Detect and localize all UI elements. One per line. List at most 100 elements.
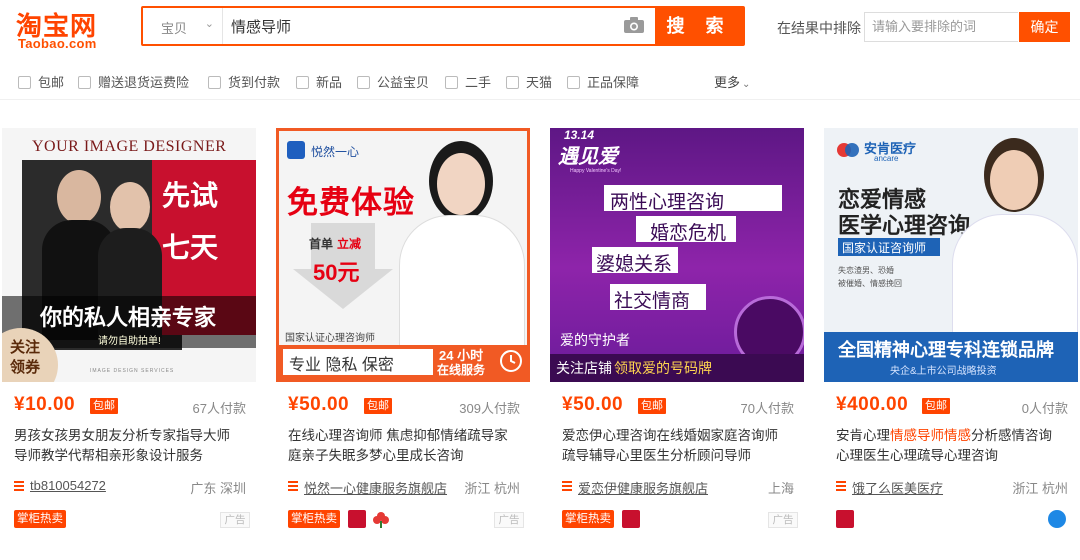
shop-icon [288, 481, 298, 492]
checkbox[interactable] [78, 76, 91, 89]
chevron-down-icon: ⌄ [742, 79, 751, 90]
shop-icon [562, 481, 572, 492]
shop-icon [14, 481, 24, 492]
ad-tag: 广告 [220, 512, 250, 528]
shop-row: tb810054272 广东 深圳 [14, 478, 246, 496]
title-keyword-highlight: 情感导师情感 [890, 428, 971, 443]
exclude-label: 在结果中排除 [777, 20, 861, 36]
search-input[interactable]: 情感导师 [231, 16, 621, 36]
tag-row [836, 510, 1072, 530]
checkbox[interactable] [357, 76, 370, 89]
filter-baoyou[interactable]: 包邮 [18, 72, 64, 90]
img-service-item: 婆媳关系 [596, 254, 673, 275]
product-card[interactable]: 安肯医疗 ancare 恋爱情感 医学心理咨询 国家认证咨询师 失恋渣男、恐婚 … [824, 128, 1078, 542]
product-image[interactable]: 悦然一心 免费体验 首单 立减 50元 国家认证心理咨询师 专业 隐私 保密 2… [276, 128, 530, 382]
hot-seller-tag: 掌柜热卖 [288, 510, 340, 528]
shop-row: 爱恋伊健康服务旗舰店 上海 [562, 478, 794, 496]
img-footer-highlight: 领取爱的号码牌 [614, 360, 712, 376]
img-headline: 医学心理咨询 [838, 213, 971, 238]
img-cert-text: 国家认证咨询师 [842, 241, 927, 255]
product-title[interactable]: 安肯心理情感导师情感分析感情咨询 心理医生心理疏导心理咨询 [836, 426, 1072, 466]
chat-bubble-icon[interactable] [1048, 510, 1066, 528]
product-title[interactable]: 男孩女孩男女朋友分析专家指导大师 导师教学代帮相亲形象设计服务 [14, 426, 250, 466]
badge-text: 关注 [10, 339, 41, 356]
filter-new[interactable]: 新品 [296, 72, 342, 90]
title-line: 安肯心理情感导师情感分析感情咨询 [836, 426, 1072, 446]
free-shipping-badge: 包邮 [638, 398, 666, 414]
flower-badge-icon [372, 510, 390, 528]
tag-row: 掌柜热卖 广告 [14, 510, 250, 530]
clock-icon [500, 350, 522, 372]
img-service-item: 两性心理咨询 [610, 192, 725, 213]
product-image[interactable]: YOUR IMAGE DESIGNER 先试 七天 你的私人相亲专家 请勿自助拍… [2, 128, 256, 382]
shop-link[interactable]: tb810054272 [30, 478, 106, 493]
filter-secondhand[interactable]: 二手 [445, 72, 491, 90]
shop-link[interactable]: 饿了么医美医疗 [852, 478, 943, 497]
title-text: 安肯心理 [836, 428, 890, 443]
product-title[interactable]: 爱恋伊心理咨询在线婚姻家庭咨询师 疏导辅导心里医生分析顾问导师 [562, 426, 798, 466]
img-brand-en: ancare [874, 154, 899, 163]
filter-tmall[interactable]: 天猫 [506, 72, 552, 90]
confirm-button[interactable]: 确定 [1019, 12, 1070, 42]
search-category-select[interactable]: 宝贝 ⌄ [143, 8, 223, 44]
shop-icon [836, 481, 846, 492]
filter-label: 赠送退货运费险 [98, 75, 190, 90]
price: ¥50.00 [562, 394, 624, 415]
filter-cod[interactable]: 货到付款 [208, 72, 280, 90]
shop-link[interactable]: 爱恋伊健康服务旗舰店 [578, 478, 708, 497]
tag-row: 掌柜热卖 广告 [562, 510, 798, 530]
camera-icon[interactable] [623, 16, 645, 34]
title-line: 男孩女孩男女朋友分析专家指导大师 [14, 428, 230, 443]
filter-charity[interactable]: 公益宝贝 [357, 72, 429, 90]
filter-label: 新品 [316, 75, 343, 90]
sales-count: 67人付款 [192, 401, 246, 416]
img-cert-text: 国家认证心理咨询师 [285, 333, 375, 344]
free-shipping-badge: 包邮 [922, 398, 950, 414]
sales-count: 70人付款 [740, 401, 794, 416]
header: 淘宝网 Taobao.com 宝贝 ⌄ 情感导师 搜 索 在结果中排除 请输入要… [0, 0, 1080, 56]
checkbox[interactable] [296, 76, 309, 89]
product-image[interactable]: 安肯医疗 ancare 恋爱情感 医学心理咨询 国家认证咨询师 失恋渣男、恐婚 … [824, 128, 1078, 382]
price-row: ¥50.00 包邮 70人付款 [562, 394, 794, 416]
location: 广东 深圳 [190, 481, 246, 496]
more-filters-button[interactable]: 更多 ⌄ [714, 72, 750, 91]
img-sub-text: 请勿自助拍单! [98, 336, 161, 347]
filter-genuine[interactable]: 正品保障 [567, 72, 639, 90]
checkbox[interactable] [506, 76, 519, 89]
img-days-text: 七天 [162, 232, 219, 263]
product-card[interactable]: YOUR IMAGE DESIGNER 先试 七天 你的私人相亲专家 请勿自助拍… [2, 128, 256, 542]
filter-label: 包邮 [38, 75, 65, 90]
search-box: 宝贝 ⌄ 情感导师 搜 索 [141, 6, 745, 46]
exclude-input[interactable]: 请输入要排除的词 [864, 12, 1018, 42]
img-footer-text: 关注店铺 [556, 360, 612, 376]
price: ¥400.00 [836, 394, 909, 415]
taobao-logo[interactable]: 淘宝网 Taobao.com [14, 6, 124, 51]
filter-label: 二手 [465, 75, 492, 90]
filter-return-insurance[interactable]: 赠送退货运费险 [78, 72, 189, 90]
product-card[interactable]: 13.14 遇见爱 Happy Valentine's Day! 两性心理咨询 … [550, 128, 804, 542]
img-main-text: 免费体验 [287, 185, 415, 220]
img-guard-text: 爱的守护者 [560, 332, 630, 348]
sales-count: 0人付款 [1021, 401, 1068, 416]
search-button[interactable]: 搜 索 [655, 8, 743, 44]
filter-bar: 包邮 赠送退货运费险 货到付款 新品 公益宝贝 二手 天猫 正品保障 更多 ⌄ [0, 62, 1080, 100]
checkbox[interactable] [18, 76, 31, 89]
product-image[interactable]: 13.14 遇见爱 Happy Valentine's Day! 两性心理咨询 … [550, 128, 804, 382]
checkbox[interactable] [445, 76, 458, 89]
img-service-item: 婚恋危机 [650, 223, 727, 244]
shop-link[interactable]: 悦然一心健康服务旗舰店 [304, 478, 447, 497]
title-text: 分析感情咨询 [971, 428, 1052, 443]
title-line: 在线心理咨询师 焦虑抑郁情绪疏导家 [288, 428, 508, 443]
img-discount-value: 50元 [313, 260, 360, 285]
hot-seller-tag: 掌柜热卖 [562, 510, 614, 528]
brand-logo-icon [837, 143, 859, 157]
product-card[interactable]: 悦然一心 免费体验 首单 立减 50元 国家认证心理咨询师 专业 隐私 保密 2… [276, 128, 530, 542]
img-online-text: 在线服务 [437, 363, 486, 377]
filter-label: 货到付款 [228, 75, 281, 90]
checkbox[interactable] [208, 76, 221, 89]
img-header-text: YOUR IMAGE DESIGNER [32, 138, 227, 155]
product-title[interactable]: 在线心理咨询师 焦虑抑郁情绪疏导家 庭亲子失眠多梦心里成长咨询 [288, 426, 524, 466]
checkbox[interactable] [567, 76, 580, 89]
img-brand-text: 悦然一心 [311, 145, 360, 159]
ad-tag: 广告 [494, 512, 524, 528]
